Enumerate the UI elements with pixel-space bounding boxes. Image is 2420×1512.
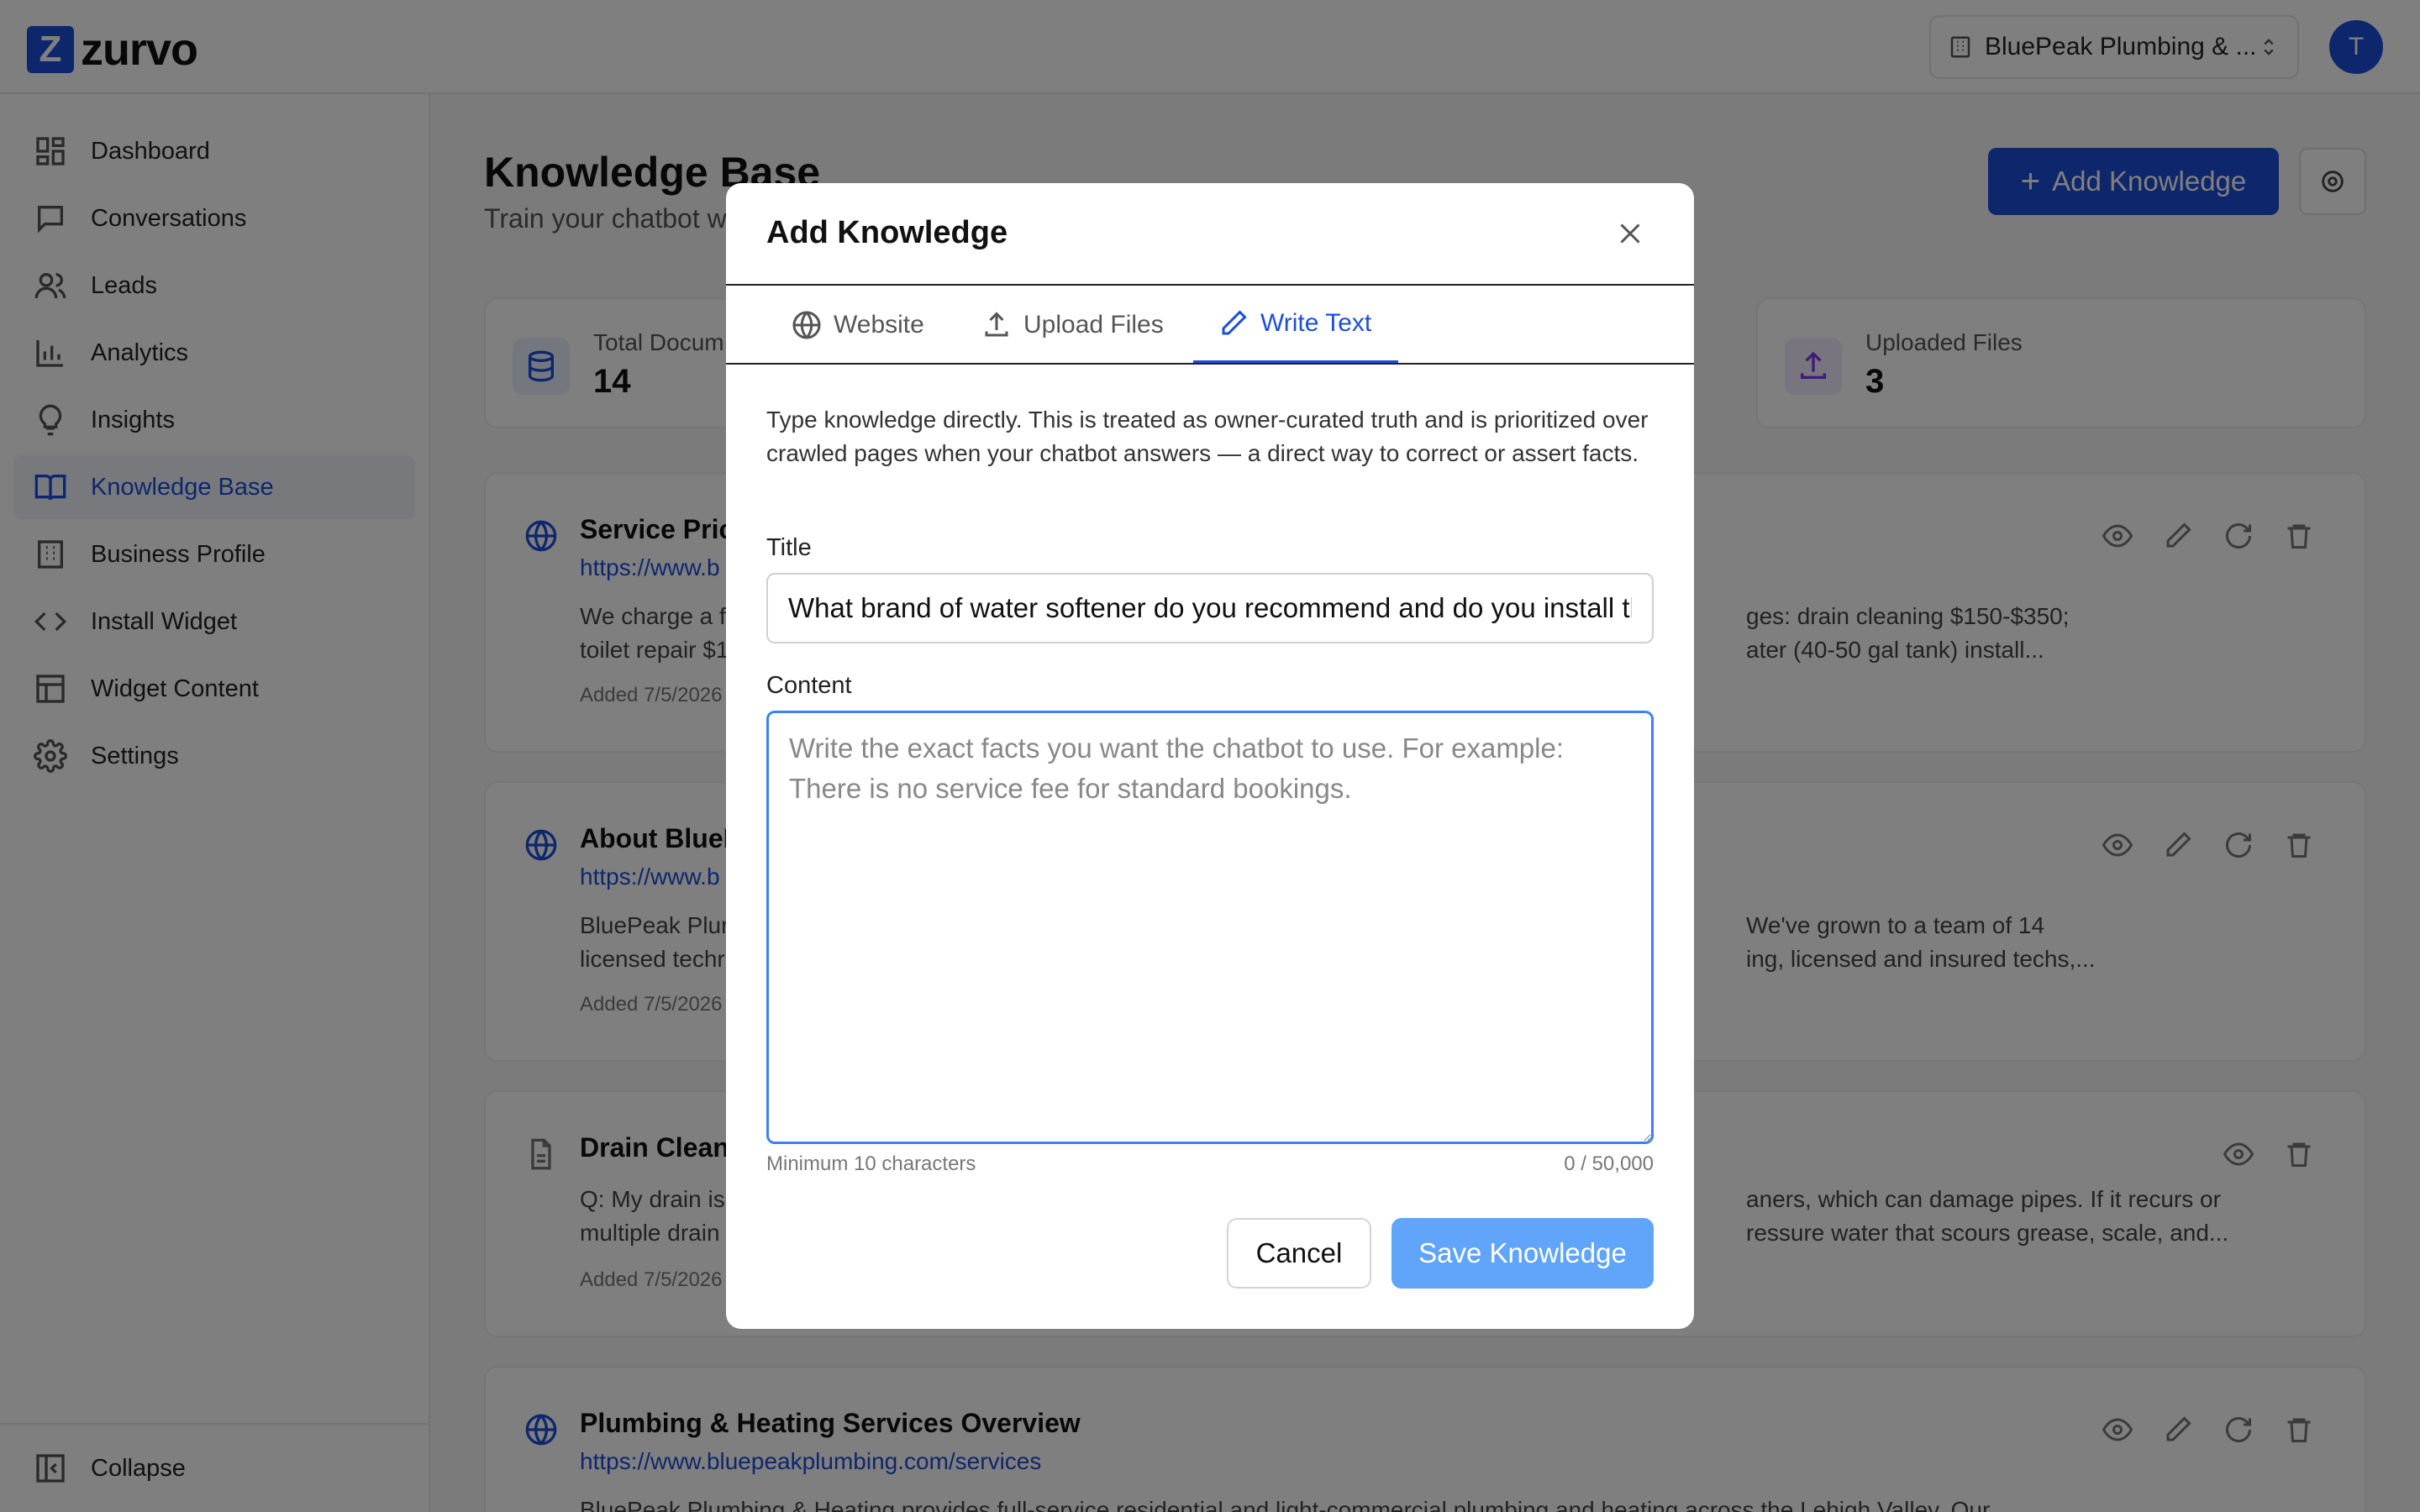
title-input[interactable] [766,573,1654,643]
character-counter: 0 / 50,000 [1564,1152,1654,1175]
save-knowledge-button[interactable]: Save Knowledge [1392,1218,1654,1289]
tab-write-text[interactable]: Write Text [1193,286,1398,365]
tab-upload-files[interactable]: Upload Files [981,286,1164,365]
content-textarea[interactable] [766,711,1654,1144]
write-text-intro: Type knowledge directly. This is treated… [766,407,1649,466]
tabs-divider [726,363,1694,365]
globe-icon [792,311,821,339]
upload-icon [985,312,1008,337]
tab-label: Website [834,311,924,339]
pen-icon [1222,309,1247,334]
close-icon[interactable] [1615,218,1645,249]
cancel-button[interactable]: Cancel [1227,1218,1371,1289]
add-knowledge-modal: Add Knowledge Website Upload Files Write… [726,183,1694,1329]
tab-website[interactable]: Website [792,286,924,365]
title-label: Title [766,534,812,561]
min-length-hint: Minimum 10 characters [766,1152,976,1175]
tab-label: Upload Files [1023,311,1164,339]
tab-label: Write Text [1260,308,1372,337]
content-label: Content [766,672,852,699]
modal-title: Add Knowledge [766,215,1008,250]
